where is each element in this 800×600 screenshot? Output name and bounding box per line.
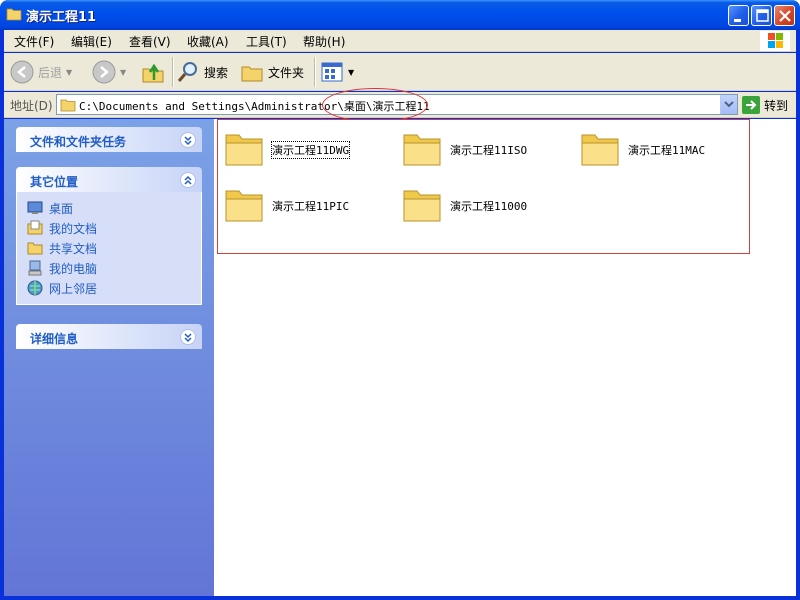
folder-item[interactable]: 演示工程11MAC [572,125,742,169]
folder-icon [581,134,619,166]
my-computer-icon [28,260,42,276]
other-places-list: 桌面 我的文档 共享文档 我的电脑 网上邻居 [16,192,202,305]
folder-icon [225,134,263,166]
back-label: 后退 [38,65,63,80]
place-label: 桌面 [49,201,74,216]
address-label: 地址(D) [10,99,53,113]
forward-button[interactable]: ▼ [92,56,126,88]
expand-chevron-icon[interactable] [180,132,196,148]
folder-item[interactable]: 演示工程11000 [394,181,564,225]
place-link-shared-documents[interactable]: 共享文档 [27,238,201,258]
menu-edit[interactable]: 编辑(E) [71,33,112,50]
toolbar: 后退 ▼ ▼ 搜索 文件夹 ▼ [4,53,796,91]
folder-icon [225,190,263,222]
folder-name: 演示工程11000 [450,200,528,213]
folder-icon [60,99,76,112]
folder-name: 演示工程11PIC [272,200,350,213]
forward-arrow-icon [92,60,116,84]
maximize-button[interactable] [751,5,772,26]
details-panel: 详细信息 [16,324,202,349]
collapse-chevron-icon[interactable] [180,172,196,188]
menu-tools[interactable]: 工具(T) [246,33,287,50]
up-folder-icon [142,63,164,83]
menu-bar: 文件(F) 编辑(E) 查看(V) 收藏(A) 工具(T) 帮助(H) [4,30,796,52]
folders-icon [241,66,263,82]
folder-content-pane[interactable]: 演示工程11DWG 演示工程11ISO 演示工程11MAC 演示工程11PIC [214,119,796,596]
menu-file[interactable]: 文件(F) [14,33,54,50]
place-link-my-documents[interactable]: 我的文档 [27,218,201,238]
folder-icon [6,8,22,21]
expand-chevron-icon[interactable] [180,329,196,345]
minimize-button[interactable] [728,5,749,26]
menu-help[interactable]: 帮助(H) [303,33,345,50]
chevron-down-icon [724,101,734,108]
folders-label: 文件夹 [268,65,305,80]
file-tasks-title: 文件和文件夹任务 [30,135,127,149]
go-button[interactable]: 转到 [742,95,788,115]
views-dropdown-icon[interactable]: ▼ [348,68,354,77]
go-arrow-icon [742,96,760,114]
explorer-window: 演示工程11 文件(F) 编辑(E) 查看(V) 收藏(A) 工具(T) 帮助(… [0,0,800,600]
forward-dropdown-icon[interactable]: ▼ [120,68,126,77]
address-dropdown-button[interactable] [720,95,737,114]
details-title: 详细信息 [30,332,79,346]
views-button[interactable]: ▼ [320,56,354,88]
place-link-desktop[interactable]: 桌面 [27,198,201,218]
other-places-title: 其它位置 [30,175,79,189]
shared-documents-icon [27,242,43,255]
place-link-my-computer[interactable]: 我的电脑 [27,258,201,278]
window-frame [0,596,800,600]
place-label: 我的电脑 [49,261,98,276]
toolbar-separator [314,57,316,87]
folder-icon [403,190,441,222]
menu-favorites[interactable]: 收藏(A) [187,33,229,50]
title-bar[interactable]: 演示工程11 [0,0,800,30]
file-tasks-header[interactable]: 文件和文件夹任务 [16,127,202,152]
minimize-icon [734,19,741,22]
place-label: 网上邻居 [49,281,98,296]
close-icon [779,10,791,22]
my-documents-icon [27,220,43,235]
file-tasks-panel: 文件和文件夹任务 [16,127,202,152]
windows-logo [760,31,790,51]
close-button[interactable] [774,5,795,26]
folders-button[interactable]: 文件夹 [240,56,304,88]
place-label: 我的文档 [49,221,98,236]
folder-name: 演示工程11DWG [270,141,351,159]
go-label: 转到 [764,98,789,113]
highlight-ellipse [322,88,428,122]
network-places-icon [27,280,43,296]
maximize-icon [756,9,769,22]
search-label: 搜索 [204,65,229,80]
details-header[interactable]: 详细信息 [16,324,202,349]
back-button[interactable]: 后退 ▼ [10,56,72,88]
other-places-header[interactable]: 其它位置 [16,167,202,192]
back-dropdown-icon[interactable]: ▼ [66,68,72,77]
task-pane: 文件和文件夹任务 其它位置 桌面 我的文档 共享文档 我的电脑 网上邻居 详细信… [4,119,214,596]
place-label: 共享文档 [49,241,98,256]
search-button[interactable]: 搜索 [176,56,228,88]
other-places-panel: 其它位置 桌面 我的文档 共享文档 我的电脑 网上邻居 [16,167,202,305]
window-title: 演示工程11 [26,10,97,25]
toolbar-separator [172,57,174,87]
search-icon [177,62,197,82]
back-arrow-icon [10,60,34,84]
folder-name: 演示工程11ISO [450,144,528,157]
folder-name: 演示工程11MAC [628,144,706,157]
folder-item[interactable]: 演示工程11ISO [394,125,564,169]
menu-view[interactable]: 查看(V) [129,33,171,50]
up-folder-button[interactable] [141,56,165,88]
folder-icon [403,134,441,166]
views-icon [321,62,343,82]
folder-item[interactable]: 演示工程11PIC [216,181,386,225]
place-link-network-places[interactable]: 网上邻居 [27,278,201,298]
desktop-icon [27,201,43,214]
folder-item[interactable]: 演示工程11DWG [216,125,386,169]
